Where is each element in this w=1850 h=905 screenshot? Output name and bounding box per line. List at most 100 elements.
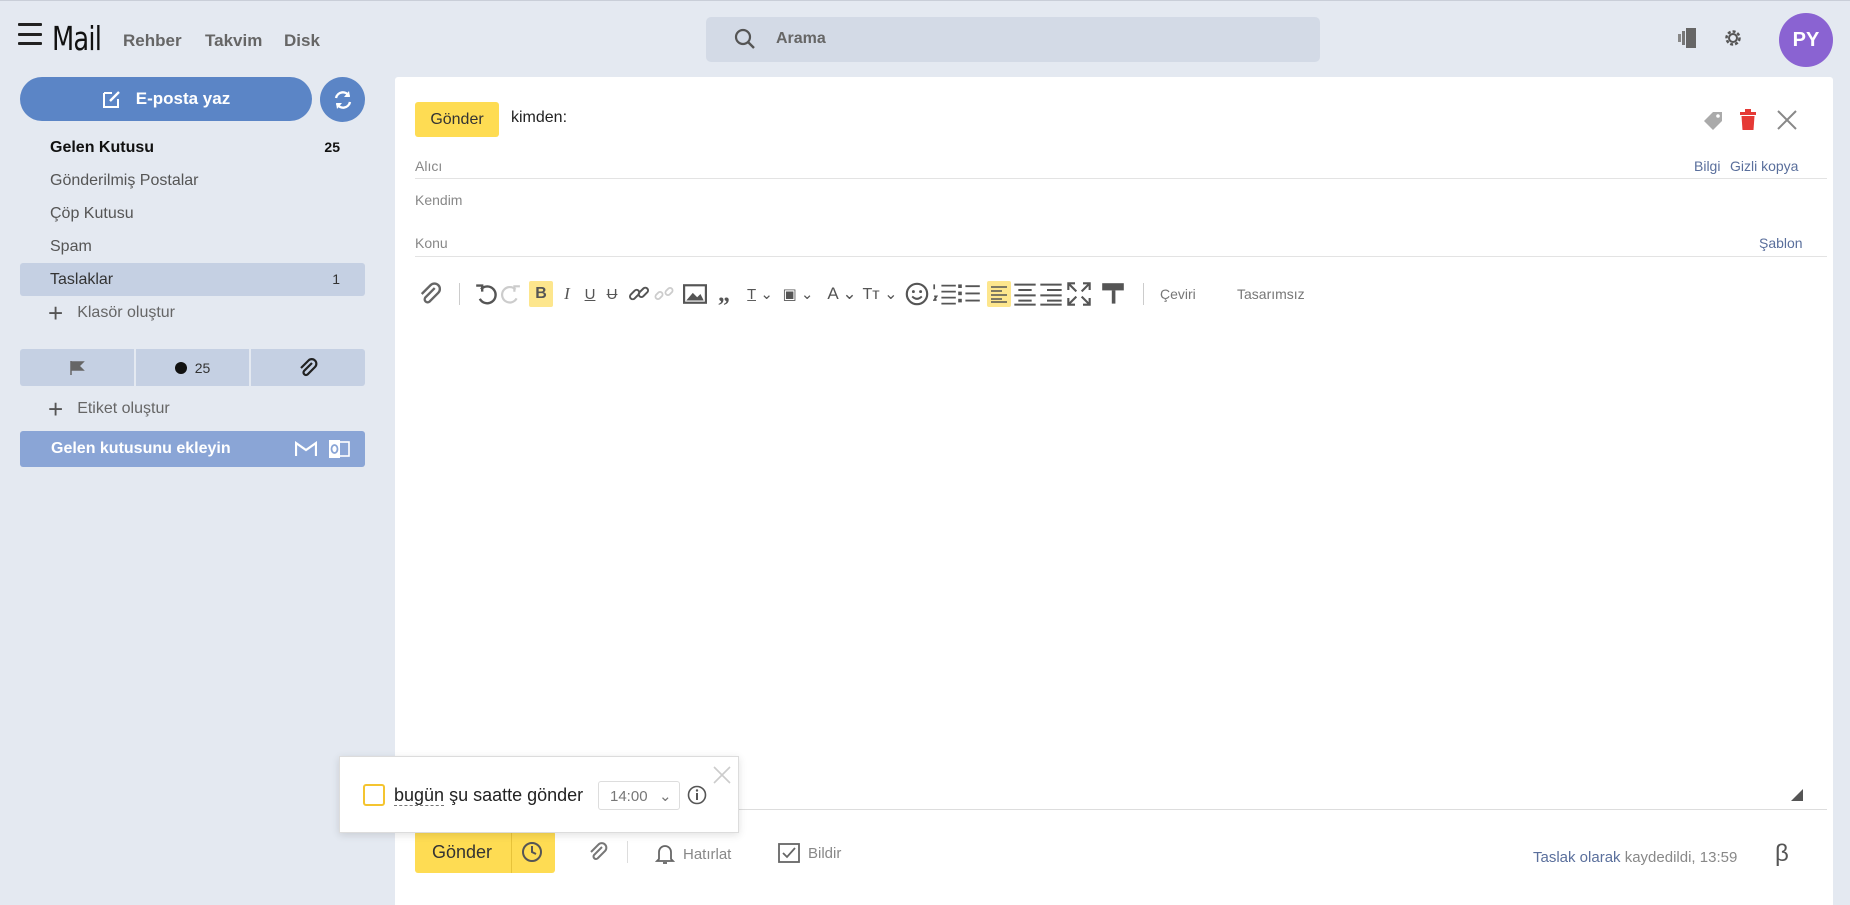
notify-button[interactable]: Bildir <box>778 843 841 863</box>
unlink-icon[interactable] <box>653 281 675 307</box>
nav-disk[interactable]: Disk <box>284 31 320 51</box>
refresh-icon <box>334 90 351 109</box>
beta-badge[interactable]: β <box>1775 840 1789 868</box>
create-folder-button[interactable]: + Klasör oluştur <box>48 300 175 326</box>
text-style-icon[interactable]: T̲ ⌄ <box>743 281 777 307</box>
remind-label: Hatırlat <box>683 845 732 863</box>
filter-unread[interactable]: 25 <box>135 349 250 386</box>
resize-handle[interactable] <box>1791 789 1803 801</box>
folder-name: Spam <box>50 238 92 255</box>
tag-icon[interactable] <box>1702 111 1724 131</box>
to-divider <box>415 178 1827 179</box>
notify-icon <box>778 843 800 863</box>
search-placeholder: Arama <box>776 30 826 47</box>
info-icon[interactable] <box>687 785 707 805</box>
template-link[interactable]: Şablon <box>1759 235 1803 251</box>
text-box-icon[interactable]: ▣ ⌄ <box>781 281 815 307</box>
filter-flagged[interactable] <box>20 349 134 386</box>
create-label-label: Etiket oluştur <box>77 400 170 417</box>
subject-field[interactable]: Konu <box>415 235 448 251</box>
compose-button[interactable]: E-posta yaz <box>20 77 312 121</box>
toolbar-divider <box>459 283 460 305</box>
emoji-icon[interactable] <box>905 281 929 307</box>
flag-icon <box>70 360 85 375</box>
send-button[interactable]: Gönder <box>415 831 555 873</box>
close-icon[interactable] <box>1776 109 1798 131</box>
delayed-send-checkbox[interactable] <box>363 784 385 806</box>
plus-icon: + <box>48 394 64 424</box>
image-icon[interactable] <box>683 281 707 307</box>
plus-icon: + <box>48 298 64 328</box>
refresh-button[interactable] <box>320 77 365 122</box>
folder-drafts[interactable]: Taslaklar 1 <box>20 263 365 296</box>
quote-icon[interactable]: „ <box>713 281 735 307</box>
italic-icon[interactable]: I <box>559 281 575 307</box>
folder-inbox[interactable]: Gelen Kutusu 25 <box>20 131 365 164</box>
draft-status: Taslak olarak kaydedildi, 13:59 <box>1533 849 1737 866</box>
align-right-icon[interactable] <box>1039 281 1063 307</box>
no-design-button[interactable]: Tasarımsız <box>1237 286 1305 302</box>
dot-icon <box>174 361 187 374</box>
from-field[interactable]: Kendim <box>415 192 462 208</box>
remind-button[interactable]: Hatırlat <box>655 843 731 865</box>
time-value: 14:00 <box>610 788 648 805</box>
filter-bar: 25 <box>20 349 366 386</box>
clock-icon[interactable] <box>521 841 543 863</box>
link-icon[interactable] <box>627 281 651 307</box>
close-icon[interactable] <box>712 765 732 785</box>
subject-divider <box>415 256 1827 257</box>
attach-file-icon[interactable] <box>587 841 609 863</box>
bold-icon[interactable]: B <box>529 281 553 307</box>
folder-name: Çöp Kutusu <box>50 205 134 222</box>
time-select[interactable]: 14:00 ⌄ <box>598 781 680 810</box>
ordered-list-icon[interactable] <box>933 281 957 307</box>
bullet-list-icon[interactable] <box>957 281 981 307</box>
avatar[interactable]: PY <box>1779 13 1833 67</box>
to-field[interactable]: Alıcı <box>415 158 442 174</box>
add-mailbox-banner[interactable]: Gelen kutusunu ekleyin <box>20 431 365 467</box>
font-color-icon[interactable]: A ⌄ <box>825 281 859 307</box>
gear-icon[interactable] <box>1722 27 1744 49</box>
cc-link[interactable]: Bilgi <box>1694 158 1720 174</box>
strikethrough-icon[interactable]: U <box>603 281 621 307</box>
apps-icon[interactable] <box>1677 27 1699 49</box>
folder-spam[interactable]: Spam <box>20 230 365 263</box>
draft-link[interactable]: Taslak olarak <box>1533 849 1621 866</box>
today-link[interactable]: bugün <box>394 785 445 806</box>
gmail-icon[interactable] <box>295 441 317 457</box>
nav-rehber[interactable]: Rehber <box>123 31 182 51</box>
undo-icon[interactable] <box>475 281 499 307</box>
notify-label: Bildir <box>808 844 842 862</box>
folder-trash[interactable]: Çöp Kutusu <box>20 197 365 230</box>
bcc-link[interactable]: Gizli kopya <box>1730 158 1798 174</box>
redo-icon[interactable] <box>499 281 521 307</box>
paperclip-icon <box>300 357 318 376</box>
fullscreen-icon[interactable] <box>1067 281 1091 307</box>
nav-takvim[interactable]: Takvim <box>205 31 262 51</box>
align-left-icon[interactable] <box>987 281 1011 307</box>
search-input[interactable]: Arama <box>706 17 1320 62</box>
translate-button[interactable]: Çeviri <box>1160 286 1196 302</box>
app-logo[interactable]: Mail <box>52 19 102 58</box>
trash-icon[interactable] <box>1739 109 1757 131</box>
add-mailbox-label: Gelen kutusunu ekleyin <box>51 440 231 457</box>
underline-icon[interactable]: U <box>581 281 599 307</box>
send-divider <box>511 831 512 873</box>
create-label-button[interactable]: + Etiket oluştur <box>48 396 170 422</box>
delayed-send-rest: şu saatte gönder <box>444 785 584 805</box>
attach-icon[interactable] <box>417 281 443 307</box>
folder-sent[interactable]: Gönderilmiş Postalar <box>20 164 365 197</box>
outlook-icon[interactable] <box>328 438 350 460</box>
create-folder-label: Klasör oluştur <box>77 304 176 321</box>
align-center-icon[interactable] <box>1013 281 1037 307</box>
folder-name: Taslaklar <box>50 271 114 288</box>
menu-icon[interactable] <box>18 23 42 45</box>
send-chip-button[interactable]: Gönder <box>415 102 499 137</box>
bell-icon <box>655 845 675 864</box>
filter-attachments[interactable] <box>251 349 366 386</box>
toolbar-divider <box>1143 283 1144 305</box>
font-size-icon[interactable]: Tт ⌄ <box>861 281 899 307</box>
delayed-send-text: bugün şu saatte gönder <box>394 785 583 806</box>
format-painter-icon[interactable] <box>1101 281 1125 307</box>
bottom-divider <box>627 841 628 863</box>
